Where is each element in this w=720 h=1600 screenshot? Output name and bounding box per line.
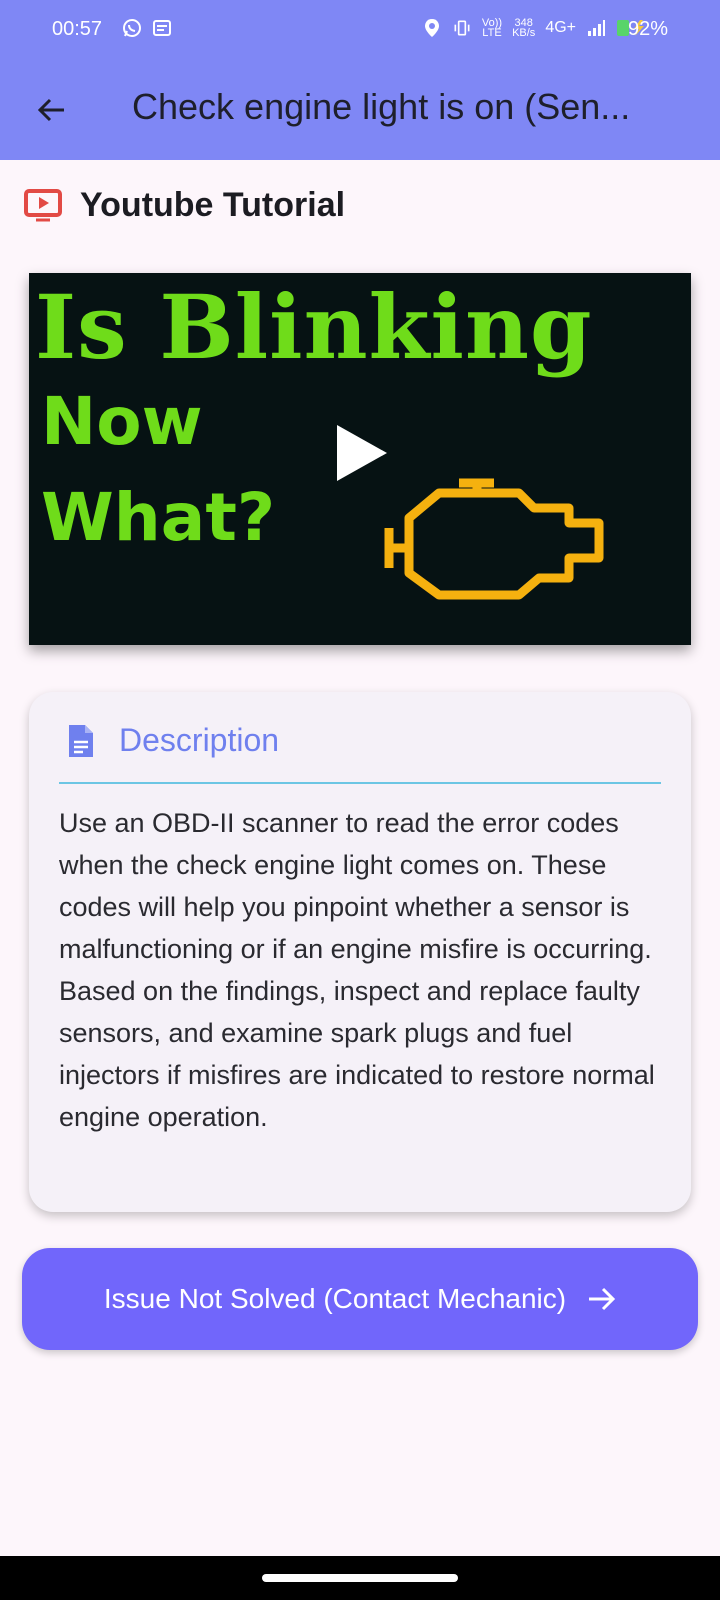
youtube-tv-icon: [24, 188, 62, 221]
page-title: Check engine light is on (Sen...: [132, 86, 631, 127]
description-header: Description: [67, 722, 279, 759]
network-type: 4G+: [545, 19, 576, 36]
status-left-icons: [122, 18, 172, 38]
top-app-region: 00:57 Vo)) LTE 348 KB/s 4G+ 92% Check en…: [0, 0, 720, 160]
check-engine-icon: [384, 478, 604, 600]
battery-percentage: 92%: [627, 18, 668, 40]
volte-indicator: Vo)) LTE: [482, 18, 502, 39]
description-divider: [59, 782, 661, 784]
description-title: Description: [119, 722, 280, 758]
home-gesture-handle[interactable]: [262, 1574, 458, 1582]
network-speed-unit: KB/s: [512, 27, 536, 39]
notification-card-icon: [153, 20, 171, 36]
arrow-right-icon: [589, 1287, 616, 1311]
back-button[interactable]: [30, 88, 74, 132]
contact-mechanic-label: Issue Not Solved (Contact Mechanic): [103, 1283, 567, 1314]
thumbnail-text-line1: Is Blinking: [35, 275, 593, 379]
thumbnail-text-line3: What?: [41, 479, 276, 556]
status-time: 00:57: [52, 18, 103, 40]
arrow-left-icon: [37, 98, 64, 122]
status-right-icons: Vo)) LTE 348 KB/s 4G+: [422, 18, 656, 39]
system-nav-bar: [0, 1556, 720, 1600]
description-text: Use an OBD-II scanner to read the error …: [59, 808, 655, 1132]
tutorial-title: Youtube Tutorial: [80, 186, 346, 224]
network-speed: 348 KB/s: [512, 18, 536, 39]
vibrate-icon: [454, 20, 470, 36]
app-bar: Check engine light is on (Sen...: [0, 78, 720, 140]
video-thumbnail[interactable]: Is Blinking Now What?: [29, 273, 691, 645]
description-card: Description Use an OBD-II scanner to rea…: [29, 692, 691, 1212]
status-bar: 00:57 Vo)) LTE 348 KB/s 4G+ 92%: [0, 0, 720, 62]
document-icon: [69, 724, 93, 757]
location-icon: [424, 19, 439, 37]
signal-icon: [588, 20, 605, 36]
lte-label: LTE: [482, 27, 502, 39]
thumbnail-text-line2: Now: [41, 383, 203, 460]
whatsapp-icon: [123, 19, 141, 37]
contact-mechanic-button[interactable]: Issue Not Solved (Contact Mechanic): [22, 1248, 698, 1350]
tutorial-header: Youtube Tutorial: [24, 186, 345, 225]
